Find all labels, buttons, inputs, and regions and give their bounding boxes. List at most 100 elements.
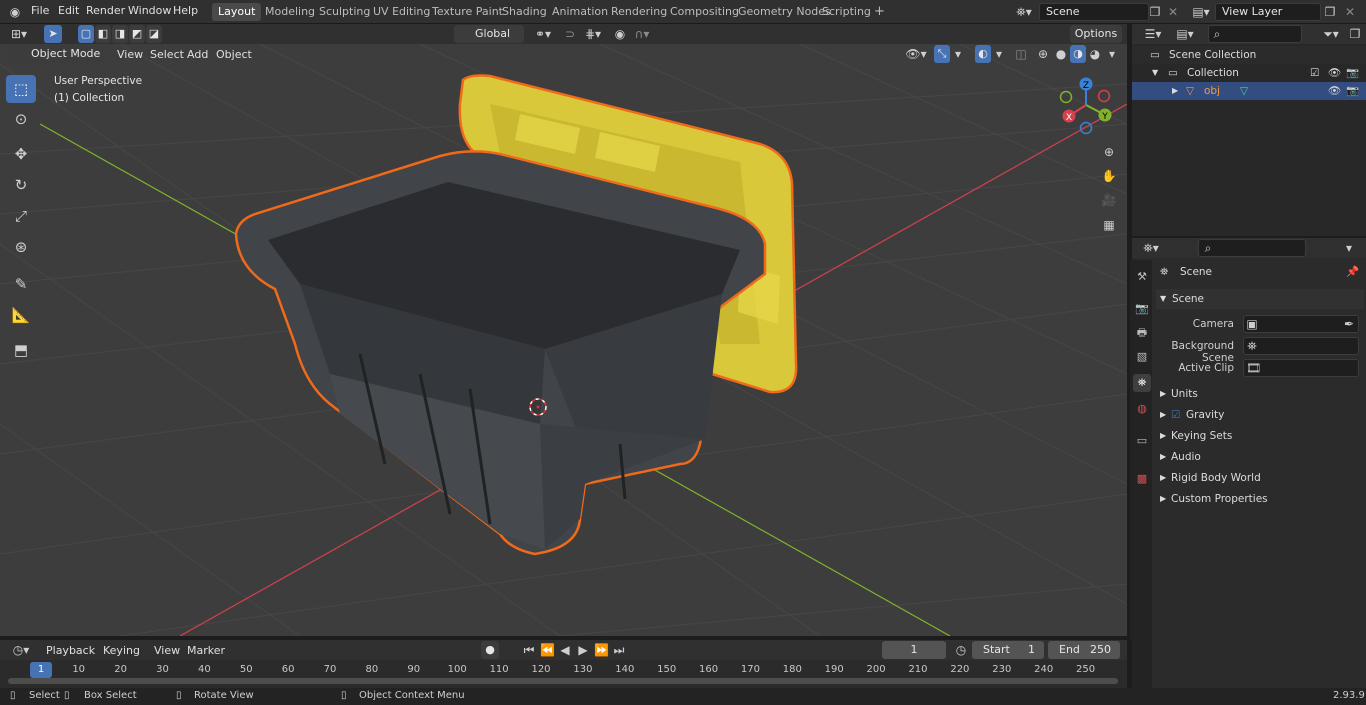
material-preview-shading-icon[interactable]: ◑ xyxy=(1070,45,1086,63)
end-frame-field[interactable]: End 250 xyxy=(1048,641,1120,659)
menu-file[interactable]: File xyxy=(31,4,49,17)
collection-render-camera-icon[interactable]: 📷 xyxy=(1346,64,1359,82)
outliner-editor-type-icon[interactable]: ☰▾ xyxy=(1140,26,1166,42)
xray-icon[interactable]: ◫ xyxy=(1014,46,1028,62)
collection-tab-icon[interactable]: ▭ xyxy=(1133,432,1151,450)
overlay-toggle-icon[interactable]: ◐ xyxy=(975,45,991,63)
scene-panel-header[interactable]: ▼ Scene xyxy=(1156,289,1364,309)
annotate-tool-icon[interactable]: ✎ xyxy=(6,270,36,298)
current-frame-field[interactable]: 1 xyxy=(882,641,946,659)
tab-layout[interactable]: Layout xyxy=(212,3,262,21)
scene-tab-icon[interactable]: ⛯ xyxy=(1133,374,1151,392)
select-box-tool-icon[interactable]: ⬚ xyxy=(6,75,36,103)
exclude-checkbox-icon[interactable]: ☑ xyxy=(1310,64,1319,82)
select-mode-subtract-icon[interactable]: ◨ xyxy=(112,25,128,43)
gizmo-toggle-icon[interactable]: ⤡ xyxy=(934,45,950,63)
delete-view-layer-icon[interactable]: ✕ xyxy=(1343,4,1357,20)
wireframe-shading-icon[interactable]: ⊕ xyxy=(1036,46,1050,62)
snap-icon[interactable]: ⊃ xyxy=(562,26,578,42)
new-view-layer-icon[interactable]: ❐ xyxy=(1323,4,1337,20)
select-mode-new-icon[interactable]: ▢ xyxy=(78,25,94,43)
viewport-menu-add[interactable]: Add xyxy=(187,48,208,61)
properties-options-icon[interactable]: ▾ xyxy=(1342,240,1356,256)
pan-view-icon[interactable]: ✋ xyxy=(1100,168,1118,184)
viewport-menu-object[interactable]: Object xyxy=(216,48,252,61)
auto-keying-icon[interactable]: ● xyxy=(481,641,499,659)
3d-viewport[interactable]: Z Y X User Perspective (1) Collection ⊕ … xyxy=(0,44,1127,636)
gravity-checkbox-icon[interactable]: ☑ xyxy=(1171,405,1180,425)
collection-visibility-eye-icon[interactable]: 👁 xyxy=(1328,64,1341,82)
expand-arrow-icon[interactable]: ▶ xyxy=(1172,82,1178,100)
new-scene-icon[interactable]: ❐ xyxy=(1148,4,1162,20)
rendered-shading-icon[interactable]: ◕ xyxy=(1088,46,1102,62)
mesh-data-icon[interactable]: ▽ xyxy=(1240,82,1248,100)
play-icon[interactable]: ▶ xyxy=(576,642,590,658)
jump-prev-key-icon[interactable]: ⏪ xyxy=(540,642,555,658)
tab-shading[interactable]: Shading xyxy=(496,3,553,21)
zoom-view-icon[interactable]: ⊕ xyxy=(1100,144,1118,160)
collapse-arrow-icon[interactable]: ▼ xyxy=(1152,64,1158,82)
timeline-menu-marker[interactable]: Marker xyxy=(187,644,225,657)
object-mode-dropdown[interactable]: Object Mode xyxy=(8,45,106,63)
world-tab-icon[interactable]: ◍ xyxy=(1133,400,1151,418)
falloff-icon[interactable]: ∩▾ xyxy=(630,26,654,42)
select-mode-invert-icon[interactable]: ◩ xyxy=(129,25,145,43)
shading-dropdown-icon[interactable]: ▾ xyxy=(1106,46,1118,62)
properties-search-input[interactable] xyxy=(1198,239,1306,257)
timeline-menu-playback[interactable]: Playback xyxy=(46,644,95,657)
transform-orientation-dropdown[interactable]: Global xyxy=(454,25,524,43)
select-tool-icon[interactable]: ➤ xyxy=(44,25,62,43)
properties-editor-type-icon[interactable]: ⛯▾ xyxy=(1138,240,1164,256)
new-collection-icon[interactable]: ❐ xyxy=(1348,26,1362,42)
menu-help[interactable]: Help xyxy=(173,4,198,17)
select-mode-extend-icon[interactable]: ◧ xyxy=(95,25,111,43)
units-panel-header[interactable]: ▶ Units xyxy=(1156,384,1364,404)
snap-target-icon[interactable]: ⋕▾ xyxy=(580,26,606,42)
obj-render-camera-icon[interactable]: 📷 xyxy=(1346,82,1359,100)
view-layer-name-field[interactable]: View Layer xyxy=(1215,3,1321,21)
tab-rendering[interactable]: Rendering xyxy=(605,3,673,21)
gravity-panel-header[interactable]: ▶ ☑ Gravity xyxy=(1156,405,1364,425)
blender-logo-icon[interactable]: ◉ xyxy=(8,4,22,20)
start-frame-field[interactable]: Start 1 xyxy=(972,641,1044,659)
background-scene-field[interactable] xyxy=(1243,337,1359,355)
texture-tab-icon[interactable]: ▩ xyxy=(1133,470,1151,488)
cursor-tool-icon[interactable]: ⊙ xyxy=(6,105,36,133)
move-tool-icon[interactable]: ✥ xyxy=(6,140,36,168)
menu-render[interactable]: Render xyxy=(86,4,125,17)
jump-end-icon[interactable]: ⏭ xyxy=(612,642,626,658)
render-tab-icon[interactable]: 📷 xyxy=(1133,300,1151,318)
delete-scene-icon[interactable]: ✕ xyxy=(1166,4,1180,20)
timeline-menu-keying[interactable]: Keying xyxy=(103,644,140,657)
perspective-toggle-icon[interactable]: ▦ xyxy=(1100,217,1118,233)
timeline-menu-view[interactable]: View xyxy=(154,644,180,657)
eyedropper-icon[interactable]: ✒ xyxy=(1342,316,1356,332)
preview-range-icon[interactable]: ◷ xyxy=(954,642,968,658)
view-layer-tab-icon[interactable]: ▧ xyxy=(1133,348,1151,366)
camera-view-icon[interactable]: 🎥 xyxy=(1100,192,1118,208)
visibility-icon[interactable]: 👁▾ xyxy=(903,46,929,62)
menu-window[interactable]: Window xyxy=(128,4,171,17)
overlay-dropdown-icon[interactable]: ▾ xyxy=(993,46,1005,62)
rigid-body-world-panel-header[interactable]: ▶ Rigid Body World xyxy=(1156,468,1364,488)
proportional-edit-icon[interactable]: ◉ xyxy=(612,26,628,42)
custom-properties-panel-header[interactable]: ▶ Custom Properties xyxy=(1156,489,1364,509)
play-reverse-icon[interactable]: ◀ xyxy=(558,642,572,658)
viewport-menu-select[interactable]: Select xyxy=(150,48,184,61)
obj-visibility-eye-icon[interactable]: 👁 xyxy=(1328,82,1341,100)
solid-shading-icon[interactable]: ● xyxy=(1054,46,1068,62)
filter-icon[interactable]: ⏷▾ xyxy=(1319,26,1343,42)
outliner-row-collection[interactable]: ▼ ▭ Collection ☑ 👁 📷 xyxy=(1132,64,1366,82)
timeline-scrollbar[interactable] xyxy=(8,678,1118,684)
outliner-row-obj[interactable]: ▶ ▽ obj ▽ 👁 📷 xyxy=(1132,82,1366,100)
scene-selector-icon[interactable]: ⛯▾ xyxy=(1013,4,1035,20)
add-workspace-button[interactable]: + xyxy=(868,3,891,21)
menu-edit[interactable]: Edit xyxy=(58,4,79,17)
display-mode-icon[interactable]: ▤▾ xyxy=(1172,26,1198,42)
scale-tool-icon[interactable]: ⤢ xyxy=(6,202,36,230)
tab-modeling[interactable]: Modeling xyxy=(259,3,321,21)
add-cube-tool-icon[interactable]: ⬒ xyxy=(6,336,36,364)
pivot-point-icon[interactable]: ⚭▾ xyxy=(530,26,556,42)
outliner-row-scene-collection[interactable]: ▭ Scene Collection xyxy=(1132,46,1366,64)
viewport-menu-view[interactable]: View xyxy=(117,48,143,61)
